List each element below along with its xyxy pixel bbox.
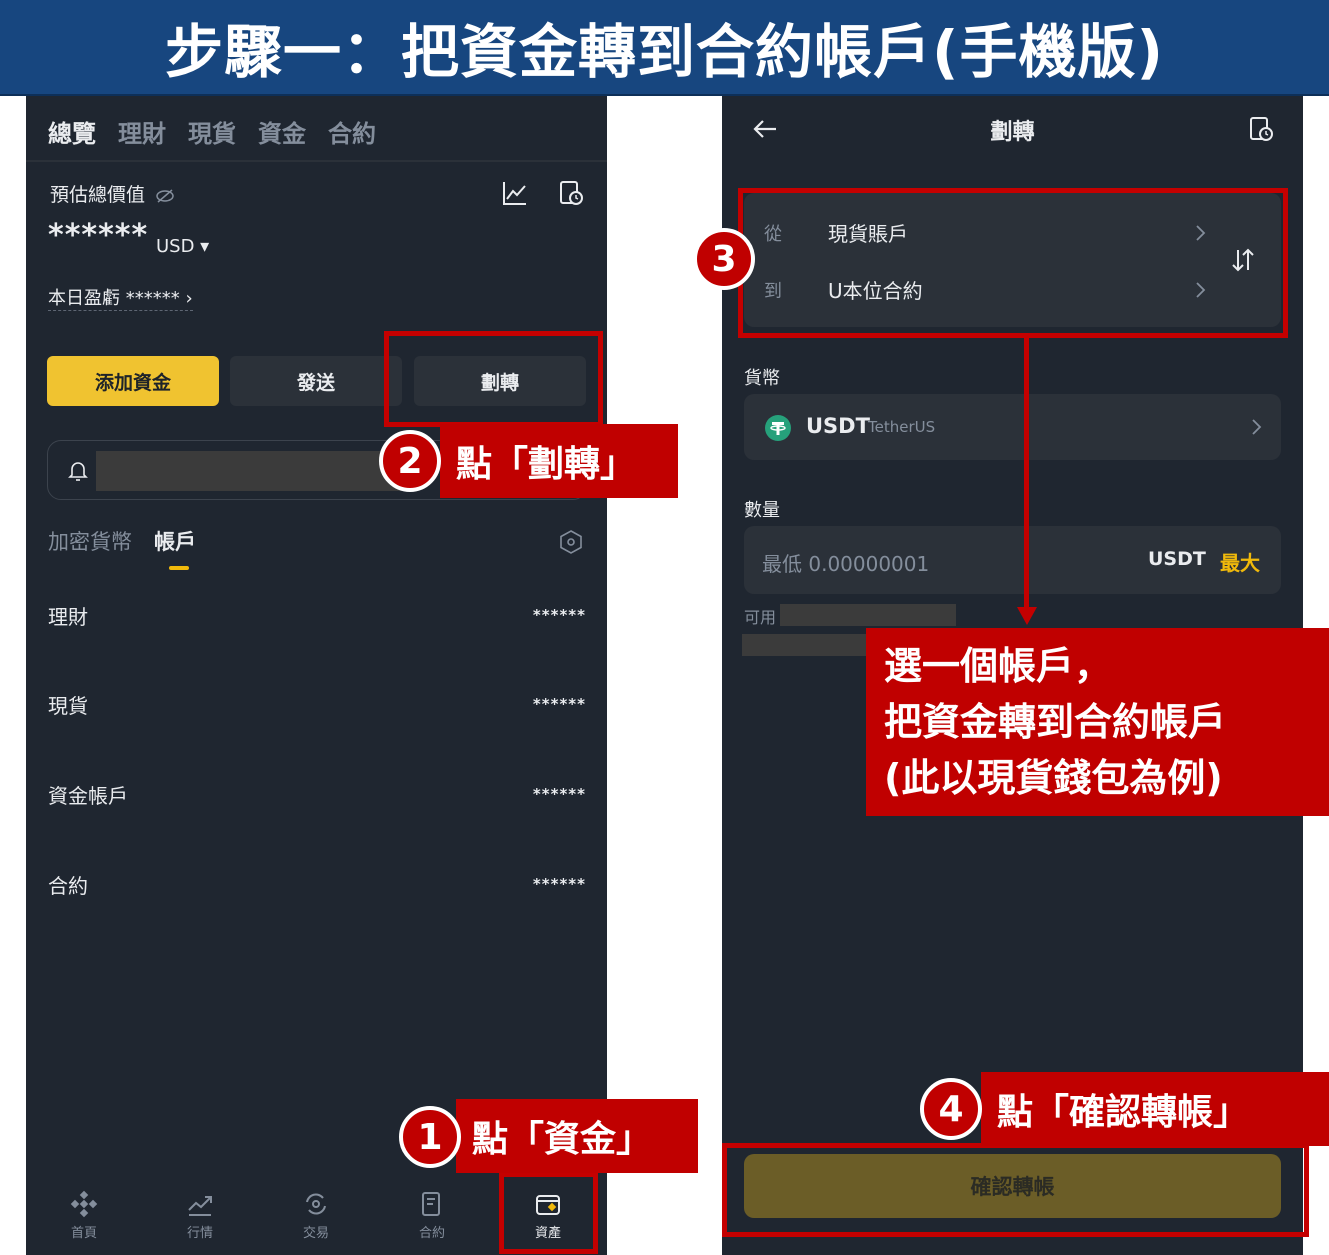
redacted-balance — [742, 634, 872, 656]
active-tab-indicator — [169, 566, 189, 570]
step3-badge: 3 — [693, 228, 755, 290]
tab-crypto[interactable]: 加密貨幣 — [48, 526, 132, 556]
left-phone-screen: 總覽 理財 現貨 資金 合約 預估總價值 ****** USD ▾ 本日盈虧 *… — [26, 96, 607, 1255]
connector-line — [1024, 338, 1029, 618]
document-icon — [422, 1192, 440, 1216]
tab-accounts[interactable]: 帳戶 — [154, 526, 196, 556]
bell-icon — [68, 462, 88, 481]
add-funds-button[interactable]: 添加資金 — [47, 356, 219, 406]
step4-badge: 4 — [920, 1078, 982, 1140]
chevron-right-icon[interactable] — [1250, 418, 1262, 436]
available-label: 可用 — [744, 608, 777, 627]
trend-icon — [188, 1196, 212, 1216]
step4-label: 點「確認轉帳」 — [981, 1072, 1329, 1146]
title-banner: 步驟一：把資金轉到合約帳戶(手機版) — [0, 0, 1329, 96]
transfer-page-title: 劃轉 — [990, 120, 1035, 145]
account-row-funding[interactable]: 資金帳戶 ****** — [48, 774, 586, 814]
amount-unit: USDT — [1148, 548, 1206, 570]
history-icon[interactable] — [558, 180, 584, 206]
redacted-balance — [780, 604, 956, 626]
eye-off-icon[interactable] — [155, 188, 175, 204]
nav-markets[interactable]: 行情 — [142, 1176, 258, 1255]
page-title: 步驟一：把資金轉到合約帳戶(手機版) — [164, 18, 1165, 86]
arrow-down-icon — [1017, 607, 1037, 625]
tether-icon — [765, 415, 791, 441]
today-pnl[interactable]: 本日盈虧 ****** › — [48, 284, 193, 311]
step1-badge: 1 — [399, 1106, 461, 1168]
tab-funding[interactable]: 資金 — [258, 114, 306, 149]
account-row-spot[interactable]: 現貨 ****** — [48, 684, 586, 724]
amount-label: 數量 — [744, 500, 780, 521]
tab-earn[interactable]: 理財 — [118, 114, 166, 149]
highlight-transfer-button — [384, 331, 603, 427]
account-row-earn[interactable]: 理財 ****** — [48, 595, 586, 635]
estimated-value-label: 預估總價值 — [50, 180, 175, 207]
max-button[interactable]: 最大 — [1220, 547, 1260, 576]
tab-futures[interactable]: 合約 — [328, 114, 376, 149]
redacted-announcement — [96, 451, 406, 491]
currency-label: 貨幣 — [744, 368, 780, 389]
binance-logo-icon — [70, 1190, 98, 1218]
nav-futures[interactable]: 合約 — [374, 1176, 490, 1255]
step1-label: 點「資金」 — [456, 1099, 698, 1173]
amount-placeholder: 最低 0.00000001 — [762, 552, 930, 576]
nav-trade[interactable]: 交易 — [258, 1176, 374, 1255]
highlight-from-to — [738, 188, 1288, 338]
settings-hex-icon[interactable] — [560, 530, 582, 554]
asset-sub-tabs: 加密貨幣 帳戶 — [48, 526, 196, 556]
highlight-confirm-button — [722, 1143, 1309, 1237]
highlight-assets-tab — [499, 1172, 598, 1254]
history-icon[interactable] — [1248, 116, 1274, 142]
coin-name: TetherUS — [868, 418, 936, 436]
wallet-tabs: 總覽 理財 現貨 資金 合約 — [48, 114, 376, 149]
send-button[interactable]: 發送 — [230, 356, 402, 406]
tab-spot[interactable]: 現貨 — [188, 114, 236, 149]
chart-icon[interactable] — [502, 180, 528, 206]
exchange-icon — [306, 1193, 326, 1215]
step2-badge: 2 — [379, 430, 441, 492]
coin-symbol: USDT — [806, 414, 870, 438]
step2-label: 點「劃轉」 — [440, 424, 678, 498]
nav-home[interactable]: 首頁 — [26, 1176, 142, 1255]
step3-callout: 選一個帳戶， 把資金轉到合約帳戶 (此以現貨錢包為例) — [866, 628, 1329, 816]
divider — [26, 160, 607, 162]
tab-overview[interactable]: 總覽 — [48, 114, 96, 149]
currency-selector[interactable]: USD ▾ — [156, 236, 209, 257]
account-row-futures[interactable]: 合約 ****** — [48, 864, 586, 904]
total-balance: ****** — [48, 218, 149, 253]
